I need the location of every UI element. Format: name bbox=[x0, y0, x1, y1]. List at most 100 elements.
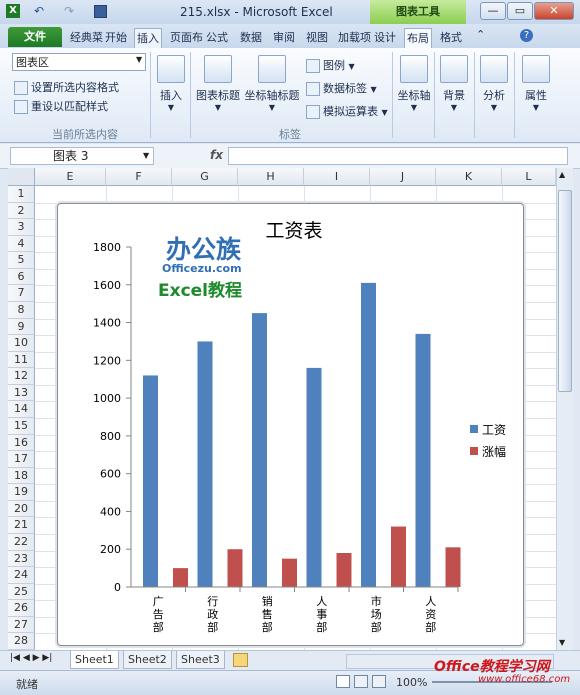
row-header[interactable]: 5 bbox=[8, 252, 35, 269]
bar-salary[interactable] bbox=[361, 282, 376, 587]
chevron-down-icon[interactable]: ▼ bbox=[136, 55, 142, 64]
bar-raise[interactable] bbox=[227, 549, 243, 587]
row-header[interactable]: 4 bbox=[8, 235, 35, 253]
tab-addins[interactable]: 加载项 bbox=[336, 28, 373, 47]
sheet-tab-sheet2[interactable]: Sheet2 bbox=[123, 651, 172, 669]
chart-element-selector[interactable]: 图表区 bbox=[12, 53, 146, 71]
legend-button[interactable]: 图例 ▼ bbox=[306, 57, 355, 73]
column-header[interactable]: K bbox=[436, 168, 502, 186]
format-selection-button[interactable]: 设置所选内容格式 bbox=[14, 79, 119, 95]
bar-salary[interactable] bbox=[252, 313, 267, 587]
chart-svg[interactable]: 工资表 0 200 400 600 800 1000 1200 1400 1600 1800 广告… bbox=[58, 204, 523, 645]
scroll-down-icon[interactable]: ▼ bbox=[559, 638, 565, 647]
tab-home[interactable]: 开始 bbox=[103, 28, 129, 47]
row-header[interactable]: 26 bbox=[8, 600, 35, 617]
select-all-corner[interactable] bbox=[8, 168, 35, 186]
name-box[interactable]: 图表 3 bbox=[10, 147, 154, 165]
row-header[interactable]: 7 bbox=[8, 285, 35, 302]
row-header[interactable]: 8 bbox=[8, 301, 35, 319]
row-header[interactable]: 16 bbox=[8, 434, 35, 452]
zoom-level[interactable]: 100% bbox=[396, 676, 427, 689]
row-header[interactable]: 15 bbox=[8, 417, 35, 435]
sheet-tab-sheet3[interactable]: Sheet3 bbox=[176, 651, 225, 669]
row-header[interactable]: 10 bbox=[8, 335, 35, 352]
tab-classic-menu[interactable]: 经典菜 bbox=[68, 28, 105, 47]
column-header[interactable]: I bbox=[304, 168, 370, 186]
column-header[interactable]: G bbox=[172, 168, 238, 186]
background-button[interactable]: 背景 ▼ bbox=[438, 55, 470, 112]
insert-button[interactable]: 插入 ▼ bbox=[156, 55, 186, 112]
minimize-button[interactable]: — bbox=[480, 2, 506, 20]
bar-raise[interactable] bbox=[391, 526, 406, 587]
tab-view[interactable]: 视图 bbox=[304, 28, 330, 47]
analysis-button[interactable]: 分析 ▼ bbox=[478, 55, 510, 112]
row-header[interactable]: 1 bbox=[8, 186, 35, 203]
excel-app-icon[interactable]: X bbox=[6, 4, 20, 18]
bar-raise[interactable] bbox=[282, 558, 297, 587]
reset-style-button[interactable]: 重设以匹配样式 bbox=[14, 98, 108, 114]
sheet-tab-sheet1[interactable]: Sheet1 bbox=[70, 651, 119, 669]
bar-salary[interactable] bbox=[306, 367, 322, 587]
row-header[interactable]: 17 bbox=[8, 451, 35, 468]
row-header[interactable]: 18 bbox=[8, 467, 35, 485]
row-header[interactable]: 12 bbox=[8, 368, 35, 385]
ribbon-minimize-icon[interactable]: ⌃ bbox=[476, 28, 485, 41]
chart-title[interactable]: 工资表 bbox=[265, 220, 322, 242]
tab-formulas[interactable]: 公式 bbox=[204, 28, 230, 47]
row-header[interactable]: 3 bbox=[8, 219, 35, 236]
normal-view-icon[interactable] bbox=[336, 675, 350, 688]
bar-salary[interactable] bbox=[143, 375, 158, 587]
properties-button[interactable]: 属性 ▼ bbox=[518, 55, 554, 112]
x-axis[interactable]: 广告部 行政部 销售部 人事部 市场部 人资部 bbox=[131, 586, 459, 634]
bar-raise[interactable] bbox=[445, 547, 461, 587]
tab-layout[interactable]: 布局 bbox=[404, 28, 432, 48]
bar-salary[interactable] bbox=[415, 333, 431, 587]
data-labels-button[interactable]: 数据标签 ▼ bbox=[306, 80, 377, 96]
bars[interactable] bbox=[143, 282, 461, 587]
help-icon[interactable]: ? bbox=[520, 29, 533, 42]
row-header[interactable]: 11 bbox=[8, 351, 35, 369]
save-icon[interactable] bbox=[94, 5, 107, 18]
tab-design[interactable]: 设计 bbox=[372, 28, 398, 47]
bar-raise[interactable] bbox=[173, 568, 188, 587]
row-header[interactable]: 13 bbox=[8, 384, 35, 402]
column-header[interactable]: L bbox=[502, 168, 556, 186]
axes-button[interactable]: 坐标轴 ▼ bbox=[396, 55, 432, 112]
data-table-button[interactable]: 模拟运算表 ▼ bbox=[306, 103, 388, 119]
scroll-thumb[interactable] bbox=[558, 190, 572, 392]
axis-titles-button[interactable]: 坐标轴标题 ▼ bbox=[244, 55, 300, 112]
chart-title-button[interactable]: 图表标题 ▼ bbox=[194, 55, 242, 112]
page-break-view-icon[interactable] bbox=[372, 675, 386, 688]
column-header[interactable]: F bbox=[106, 168, 172, 186]
row-header[interactable]: 24 bbox=[8, 567, 35, 584]
bar-salary[interactable] bbox=[197, 341, 213, 587]
tab-page-layout[interactable]: 页面布 bbox=[168, 28, 205, 47]
bar-raise[interactable] bbox=[336, 553, 352, 587]
y-axis[interactable]: 0 200 400 600 800 1000 1200 1400 1600 1800 bbox=[93, 241, 132, 594]
row-header[interactable]: 23 bbox=[8, 550, 35, 568]
page-layout-view-icon[interactable] bbox=[354, 675, 368, 688]
row-header[interactable]: 28 bbox=[8, 633, 35, 650]
tab-review[interactable]: 审阅 bbox=[271, 28, 297, 47]
row-header[interactable]: 20 bbox=[8, 500, 35, 518]
row-header[interactable]: 9 bbox=[8, 318, 35, 336]
insert-sheet-icon[interactable] bbox=[233, 653, 248, 667]
column-header[interactable]: E bbox=[35, 168, 106, 186]
scroll-up-icon[interactable]: ▲ bbox=[559, 170, 565, 179]
row-header[interactable]: 25 bbox=[8, 583, 35, 601]
row-header[interactable]: 19 bbox=[8, 484, 35, 501]
row-header[interactable]: 6 bbox=[8, 268, 35, 286]
redo-icon[interactable]: ↷ bbox=[64, 4, 74, 18]
tab-data[interactable]: 数据 bbox=[238, 28, 264, 47]
tab-file[interactable]: 文件 bbox=[8, 27, 62, 47]
row-header[interactable]: 22 bbox=[8, 533, 35, 551]
row-header[interactable]: 2 bbox=[8, 202, 35, 220]
restore-button[interactable]: ▭ bbox=[507, 2, 533, 20]
chevron-down-icon[interactable]: ▼ bbox=[143, 151, 149, 160]
column-header[interactable]: J bbox=[370, 168, 436, 186]
row-header[interactable]: 21 bbox=[8, 517, 35, 534]
formula-input[interactable] bbox=[228, 147, 568, 165]
sheet-nav-first-icon[interactable]: |◀ ◀ ▶ ▶| bbox=[10, 653, 52, 663]
column-header[interactable]: H bbox=[238, 168, 304, 186]
row-header[interactable]: 14 bbox=[8, 401, 35, 418]
